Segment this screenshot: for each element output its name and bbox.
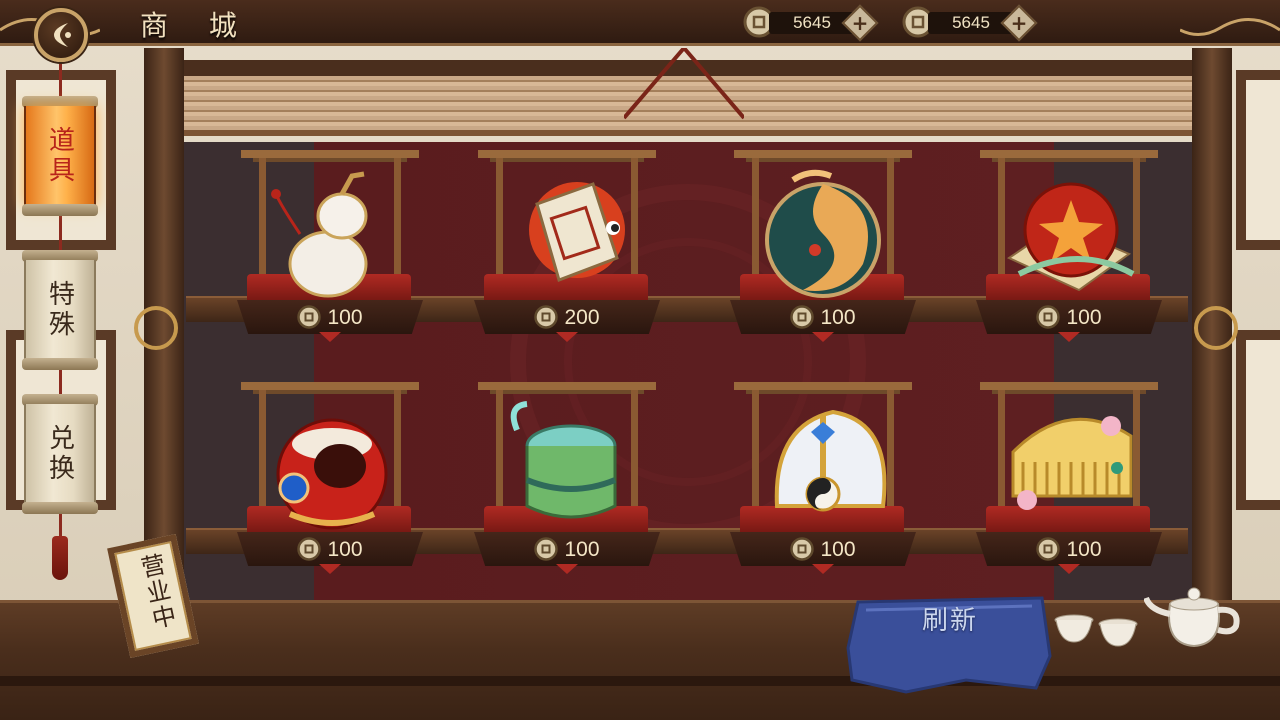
item-price: 100	[225, 305, 435, 330]
item-price: 100	[718, 537, 928, 562]
back-arrow-icon	[54, 23, 71, 47]
white-gourd-icon	[271, 171, 368, 298]
copper-coin-icon	[297, 305, 322, 329]
add-currency-button[interactable]: +	[841, 4, 879, 42]
item-price-value: 200	[564, 306, 600, 329]
item-price-value: 100	[327, 538, 363, 561]
tea-cup-icon	[1054, 614, 1094, 643]
shop-item[interactable]: 100	[964, 148, 1174, 348]
tassel-icon	[52, 536, 68, 580]
lion-mask-icon	[276, 418, 388, 530]
copper-coin-icon	[534, 305, 559, 329]
bamboo-water-cup-icon	[510, 401, 617, 519]
scroll-cap	[22, 502, 98, 514]
item-price-value: 100	[564, 538, 600, 561]
item-price-value: 100	[327, 306, 363, 329]
tea-cup-icon	[1098, 618, 1138, 647]
wall-lattice-right-lower	[1236, 330, 1280, 510]
door-ring-left-icon	[134, 306, 178, 350]
price-plate-tip	[556, 332, 578, 342]
top-bar: 商 城 5645 + 5645 +	[0, 0, 1280, 46]
open-sign-text: 营业中	[134, 551, 179, 634]
door-ring-right-icon	[1194, 306, 1238, 350]
item-price: 100	[225, 537, 435, 562]
shop-item[interactable]: 100	[225, 380, 435, 580]
item-price: 100	[964, 537, 1174, 562]
item-price-value: 100	[820, 306, 856, 329]
refresh-label: 刷新	[921, 606, 978, 636]
copper-coin-icon	[790, 537, 815, 561]
wall-lattice-right	[1236, 70, 1280, 250]
tab-items[interactable]: 道具	[22, 96, 98, 216]
copper-coin-icon	[1036, 537, 1061, 561]
copper-coin-icon	[1036, 305, 1061, 329]
tab-label: 兑换	[44, 424, 75, 484]
tab-label: 特殊	[44, 280, 75, 340]
tab-exchange[interactable]: 兑换	[22, 394, 98, 514]
item-price-value: 100	[1066, 306, 1102, 329]
price-plate-tip	[319, 332, 341, 342]
item-price-value: 100	[820, 538, 856, 561]
copper-coin-icon	[790, 305, 815, 329]
currency-display: 5645 +	[902, 4, 1038, 42]
red-flower-ball-icon	[1006, 182, 1135, 292]
teapot-icon	[1144, 587, 1240, 648]
item-price: 100	[718, 305, 928, 330]
shop-item[interactable]: 100	[718, 148, 928, 348]
tab-special[interactable]: 特殊	[22, 250, 98, 370]
item-price-value: 100	[1066, 538, 1102, 561]
jade-phoenix-orb-icon	[765, 169, 881, 298]
shop-item[interactable]: 200	[462, 148, 672, 348]
shop-item[interactable]: 100	[718, 380, 928, 580]
copper-coin-icon	[297, 537, 322, 561]
scroll-cap	[22, 358, 98, 370]
price-plate-tip	[812, 332, 834, 342]
koi-fish-scroll-icon	[529, 182, 625, 282]
copper-coin-icon	[534, 537, 559, 561]
blind-hanging-strings	[624, 48, 744, 120]
price-plate-tip	[319, 564, 341, 574]
price-plate-tip	[556, 564, 578, 574]
back-button[interactable]	[34, 8, 88, 62]
shop-item[interactable]: 100	[964, 380, 1174, 580]
shop-item[interactable]: 100	[462, 380, 672, 580]
counter-edge	[0, 676, 1280, 686]
item-price: 100	[462, 537, 672, 562]
price-plate-tip	[1058, 332, 1080, 342]
corner-cloud-deco-icon	[1180, 18, 1280, 36]
currency-display: 5645 +	[743, 4, 879, 42]
plus-icon: +	[851, 11, 869, 35]
golden-comb-icon	[1011, 416, 1133, 510]
shop-scene: 100 200 100 100 100 100 100 100 营业中 刷新 道具特殊兑换 商…	[0, 0, 1280, 720]
plus-icon: +	[1010, 11, 1028, 35]
price-plate-tip	[1058, 564, 1080, 574]
item-price: 100	[964, 305, 1174, 330]
page-title: 商 城	[140, 9, 253, 42]
shop-item[interactable]: 100	[225, 148, 435, 348]
price-plate-tip	[812, 564, 834, 574]
scroll-cap	[22, 204, 98, 216]
item-price: 200	[462, 305, 672, 330]
taiji-helmet-icon	[774, 409, 887, 512]
tab-label: 道具	[44, 126, 75, 186]
add-currency-button[interactable]: +	[1000, 4, 1038, 42]
